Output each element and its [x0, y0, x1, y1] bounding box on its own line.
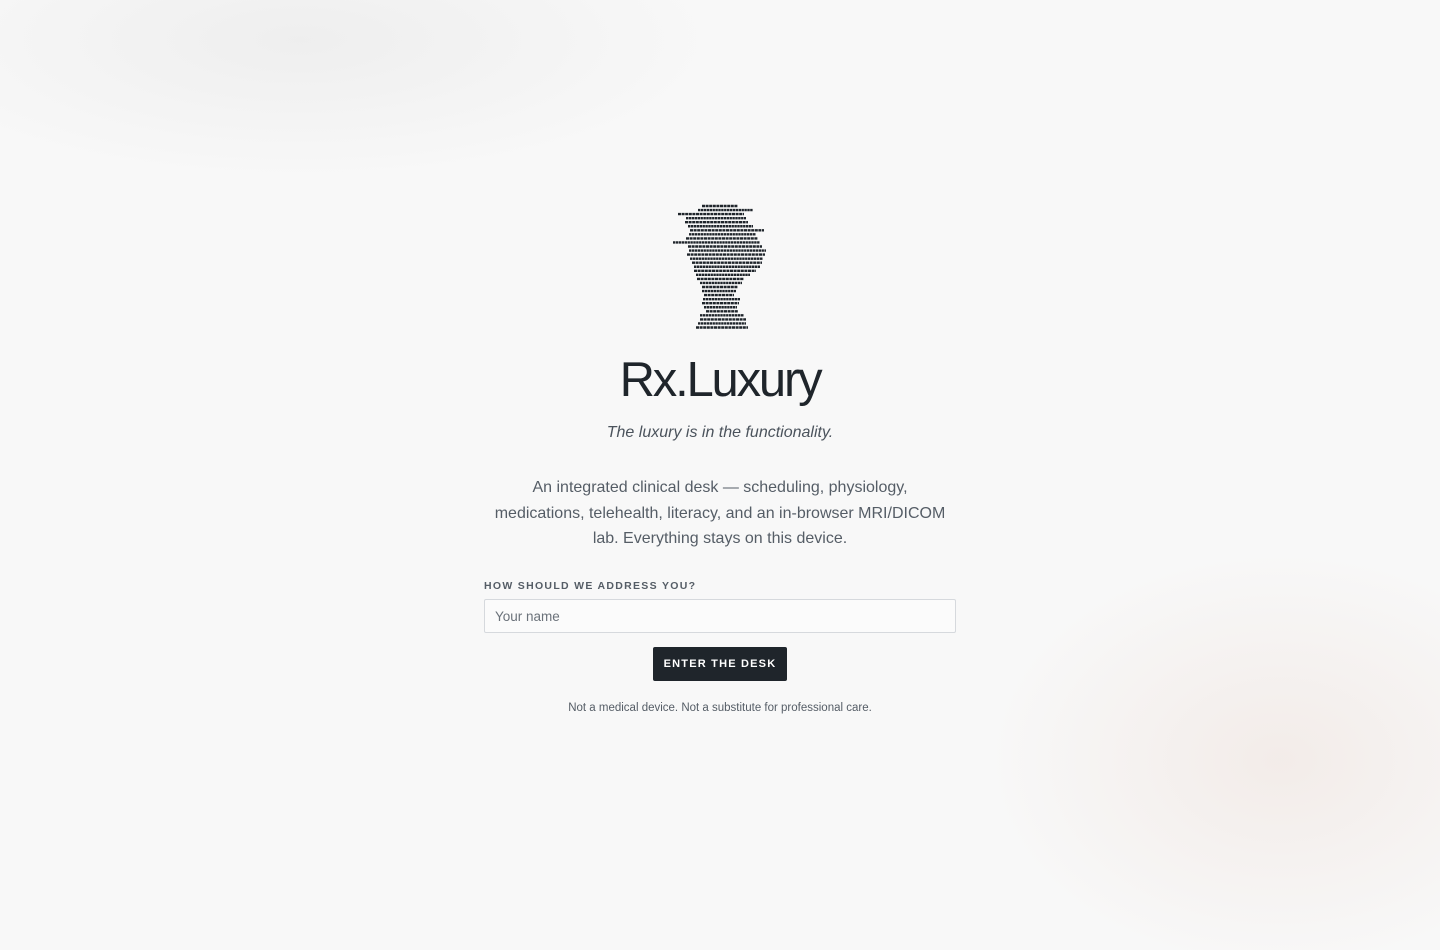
- enter-desk-button[interactable]: ENTER THE DESK: [653, 647, 787, 681]
- ascii-head-bust-icon: [673, 204, 766, 329]
- logo-mark: [660, 200, 780, 336]
- name-input[interactable]: [484, 599, 956, 633]
- name-field-label: HOW SHOULD WE ADDRESS YOU?: [484, 580, 697, 592]
- intro-description: An integrated clinical desk — scheduling…: [494, 479, 946, 547]
- tagline: The luxury is in the functionality.: [606, 424, 834, 441]
- brand-title: Rx.Luxury: [619, 353, 823, 407]
- welcome-screen: Rx.Luxury The luxury is in the functiona…: [0, 0, 1440, 950]
- disclaimer-text: Not a medical device. Not a substitute f…: [568, 702, 872, 714]
